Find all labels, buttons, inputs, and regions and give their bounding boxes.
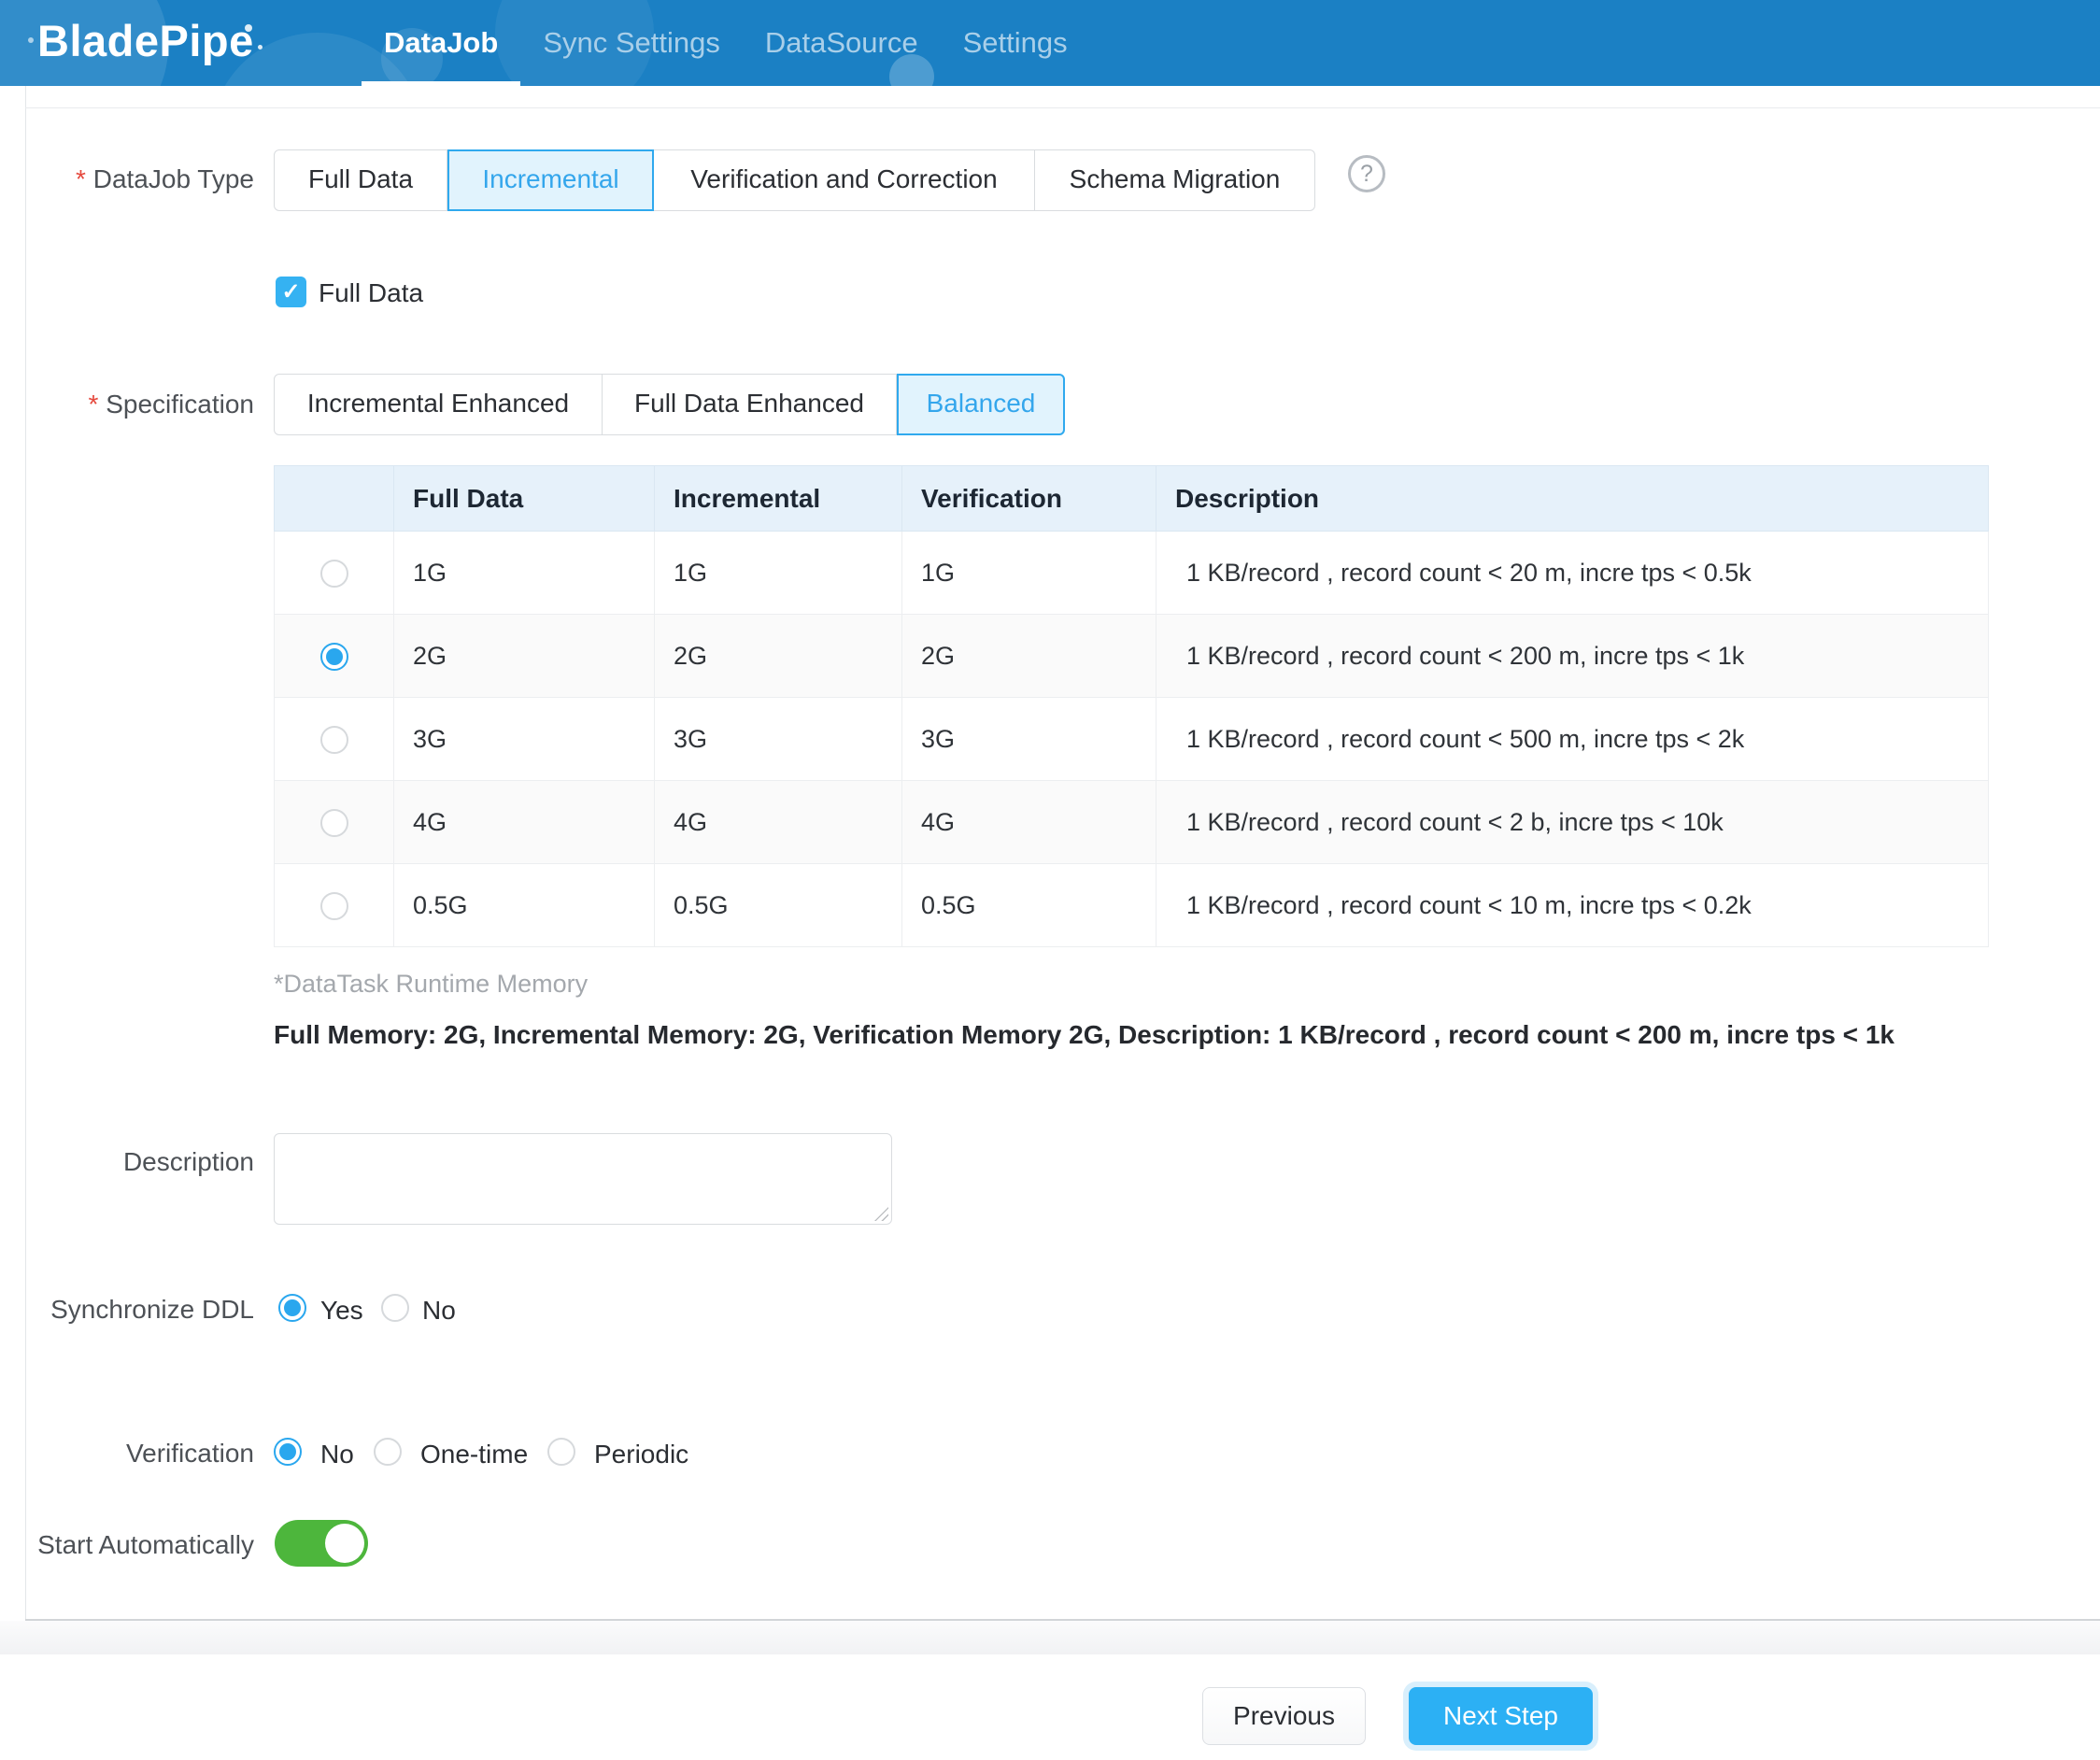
specification-option-balanced[interactable]: Balanced — [897, 374, 1065, 435]
help-question-icon[interactable]: ? — [1348, 155, 1385, 192]
header-full-data: Full Data — [394, 466, 655, 532]
verification-radio-no-label[interactable]: No — [320, 1440, 354, 1469]
datajob-create-page: BladePipe DataJob Sync Settings DataSour… — [0, 0, 2100, 1760]
next-step-button[interactable]: Next Step — [1409, 1687, 1593, 1745]
cell-full-data: 2G — [394, 615, 655, 698]
sync-ddl-radio-no-label[interactable]: No — [422, 1296, 456, 1326]
cell-description: 1 KB/record , record count < 20 m, incre… — [1156, 532, 1989, 615]
start-automatically-label: Start Automatically — [28, 1530, 254, 1560]
cell-verification: 1G — [902, 532, 1156, 615]
cell-incremental: 4G — [655, 781, 902, 864]
top-navbar: BladePipe DataJob Sync Settings DataSour… — [0, 0, 2100, 86]
datajob-type-option-full-data[interactable]: Full Data — [274, 149, 447, 211]
bladepipe-logo: BladePipe — [37, 0, 254, 86]
spec-table-row-2g[interactable]: 2G 2G 2G 1 KB/record , record count < 20… — [275, 615, 1989, 698]
description-label: Description — [28, 1147, 254, 1177]
specification-option-incremental-enhanced[interactable]: Incremental Enhanced — [274, 374, 603, 435]
panel-bottom-shadow — [0, 1621, 2100, 1654]
cell-full-data: 4G — [394, 781, 655, 864]
specification-table: Full Data Incremental Verification Descr… — [274, 465, 1989, 947]
cell-full-data: 3G — [394, 698, 655, 781]
datajob-type-option-verification-and-correction[interactable]: Verification and Correction — [654, 149, 1035, 211]
sync-ddl-radio-yes-label[interactable]: Yes — [320, 1296, 363, 1326]
verification-radio-one-time-label[interactable]: One-time — [420, 1440, 528, 1469]
specification-label: Specification — [28, 390, 254, 419]
panel-top-divider — [25, 107, 2100, 108]
verification-radio-one-time[interactable] — [374, 1438, 402, 1466]
specification-segmented-control: Incremental Enhanced Full Data Enhanced … — [274, 374, 1065, 435]
cell-full-data: 0.5G — [394, 864, 655, 947]
nav-tab-sync-settings[interactable]: Sync Settings — [520, 0, 743, 86]
cell-incremental: 1G — [655, 532, 902, 615]
cell-verification: 0.5G — [902, 864, 1156, 947]
cell-verification: 4G — [902, 781, 1156, 864]
spec-table-row-05g[interactable]: 0.5G 0.5G 0.5G 1 KB/record , record coun… — [275, 864, 1989, 947]
panel-left-border — [25, 86, 26, 1619]
datajob-type-option-incremental[interactable]: Incremental — [447, 149, 654, 211]
cell-verification: 3G — [902, 698, 1156, 781]
verification-radio-periodic[interactable] — [547, 1438, 575, 1466]
verification-radio-no[interactable] — [274, 1438, 302, 1466]
datajob-type-label: DataJob Type — [28, 164, 254, 194]
cell-verification: 2G — [902, 615, 1156, 698]
start-automatically-toggle[interactable] — [275, 1520, 368, 1567]
spec-row-radio[interactable] — [320, 809, 348, 837]
cell-description: 1 KB/record , record count < 500 m, incr… — [1156, 698, 1989, 781]
spec-table-row-4g[interactable]: 4G 4G 4G 1 KB/record , record count < 2 … — [275, 781, 1989, 864]
nav-tab-settings[interactable]: Settings — [941, 0, 1090, 86]
spec-row-radio-selected[interactable] — [320, 643, 348, 671]
spec-table-row-1g[interactable]: 1G 1G 1G 1 KB/record , record count < 20… — [275, 532, 1989, 615]
logo-particle-dot — [28, 37, 34, 43]
description-textarea[interactable] — [274, 1133, 892, 1225]
spec-row-radio[interactable] — [320, 892, 348, 920]
header-radio-column — [275, 466, 394, 532]
logo-particle-dot — [258, 45, 262, 50]
cell-incremental: 0.5G — [655, 864, 902, 947]
nav-tab-datasource[interactable]: DataSource — [743, 0, 941, 86]
cell-incremental: 3G — [655, 698, 902, 781]
header-incremental: Incremental — [655, 466, 902, 532]
nav-tabs: DataJob Sync Settings DataSource Setting… — [362, 0, 1090, 86]
full-data-checkbox-label[interactable]: Full Data — [319, 278, 423, 308]
spec-table-row-3g[interactable]: 3G 3G 3G 1 KB/record , record count < 50… — [275, 698, 1989, 781]
spec-row-radio[interactable] — [320, 560, 348, 588]
header-verification: Verification — [902, 466, 1156, 532]
cell-description: 1 KB/record , record count < 10 m, incre… — [1156, 864, 1989, 947]
specification-option-full-data-enhanced[interactable]: Full Data Enhanced — [603, 374, 897, 435]
synchronize-ddl-label: Synchronize DDL — [28, 1295, 254, 1325]
sync-ddl-radio-no[interactable] — [381, 1294, 409, 1322]
datatask-runtime-memory-note: *DataTask Runtime Memory — [274, 970, 588, 999]
header-description: Description — [1156, 466, 1989, 532]
sync-ddl-radio-yes[interactable] — [278, 1294, 306, 1322]
cell-description: 1 KB/record , record count < 200 m, incr… — [1156, 615, 1989, 698]
logo-particle-dot — [245, 24, 252, 32]
cell-description: 1 KB/record , record count < 2 b, incre … — [1156, 781, 1989, 864]
toggle-knob — [325, 1524, 364, 1563]
previous-button[interactable]: Previous — [1202, 1687, 1366, 1745]
cell-incremental: 2G — [655, 615, 902, 698]
verification-label: Verification — [28, 1439, 254, 1469]
full-data-checkbox[interactable]: ✓ — [276, 277, 306, 307]
selected-spec-summary: Full Memory: 2G, Incremental Memory: 2G,… — [274, 1020, 1894, 1050]
nav-tab-datajob[interactable]: DataJob — [362, 0, 520, 86]
datajob-type-segmented-control: Full Data Incremental Verification and C… — [274, 149, 1315, 211]
specification-table-header-row: Full Data Incremental Verification Descr… — [275, 466, 1989, 532]
datajob-type-option-schema-migration[interactable]: Schema Migration — [1035, 149, 1315, 211]
spec-row-radio[interactable] — [320, 726, 348, 754]
cell-full-data: 1G — [394, 532, 655, 615]
verification-radio-periodic-label[interactable]: Periodic — [594, 1440, 688, 1469]
